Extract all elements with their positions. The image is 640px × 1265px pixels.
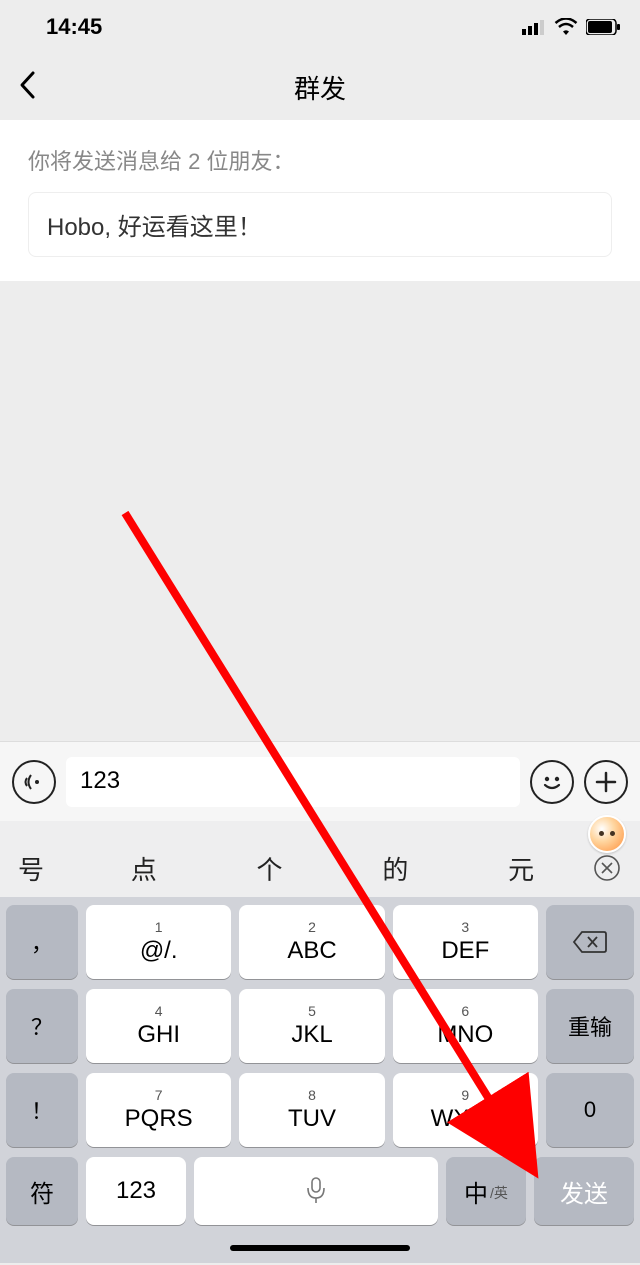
add-button[interactable] (584, 760, 628, 804)
key-space[interactable] (194, 1157, 438, 1225)
chevron-left-icon (18, 70, 36, 100)
key-comma[interactable]: ， (6, 905, 78, 979)
candidate-2[interactable]: 个 (207, 850, 333, 887)
key-9[interactable]: 9WXYZ (393, 1073, 538, 1147)
page-title: 群发 (0, 69, 640, 106)
smile-icon (537, 767, 567, 797)
close-candidates-button[interactable] (584, 853, 630, 883)
key-6[interactable]: 6MNO (393, 989, 538, 1063)
back-button[interactable] (18, 70, 36, 105)
candidate-1[interactable]: 点 (81, 850, 207, 887)
ime-mascot-icon[interactable] (588, 815, 626, 853)
key-0[interactable]: 0 (546, 1073, 634, 1147)
key-3[interactable]: 3DEF (393, 905, 538, 979)
status-bar: 14:45 (0, 0, 640, 54)
key-lang[interactable]: 中/英 (446, 1157, 526, 1225)
microphone-icon (305, 1176, 327, 1206)
candidate-3[interactable]: 的 (332, 850, 458, 887)
recipients-box[interactable]: Hobo, 好运看这里！ (28, 192, 612, 257)
key-symbols[interactable]: 符 (6, 1157, 78, 1225)
key-7[interactable]: 7PQRS (86, 1073, 231, 1147)
key-123[interactable]: 123 (86, 1157, 186, 1225)
candidate-0[interactable]: 号 (10, 850, 81, 887)
key-1[interactable]: 1@/. (86, 905, 231, 979)
key-8[interactable]: 8TUV (239, 1073, 384, 1147)
key-retype[interactable]: 重输 (546, 989, 634, 1063)
key-5[interactable]: 5JKL (239, 989, 384, 1063)
keyboard: ， 1@/. 2ABC 3DEF ？ 4GHI 5JKL 6MNO 重输 ！ 7… (0, 897, 640, 1233)
close-circle-icon (592, 853, 622, 883)
home-indicator[interactable] (230, 1245, 410, 1251)
key-4[interactable]: 4GHI (86, 989, 231, 1063)
voice-wave-icon (21, 769, 47, 795)
key-backspace[interactable] (546, 905, 634, 979)
battery-icon (586, 19, 620, 35)
voice-button[interactable] (12, 760, 56, 804)
candidate-4[interactable]: 元 (458, 850, 584, 887)
emoji-button[interactable] (530, 760, 574, 804)
message-area (0, 281, 640, 741)
status-icons (522, 18, 620, 36)
content-panel: 你将发送消息给 2 位朋友： Hobo, 好运看这里！ (0, 120, 640, 281)
key-question[interactable]: ？ (6, 989, 78, 1063)
message-input[interactable]: 123 (66, 757, 520, 807)
send-button[interactable]: 发送 (534, 1157, 634, 1225)
input-bar: 123 (0, 741, 640, 821)
key-exclaim[interactable]: ！ (6, 1073, 78, 1147)
backspace-icon (572, 929, 608, 955)
plus-icon (593, 769, 619, 795)
suggestion-bar: 号 点 个 的 元 (0, 839, 640, 897)
key-2[interactable]: 2ABC (239, 905, 384, 979)
status-time: 14:45 (46, 14, 102, 40)
wifi-icon (554, 18, 578, 36)
home-indicator-area (0, 1233, 640, 1263)
signal-icon (522, 19, 546, 35)
nav-bar: 群发 (0, 54, 640, 120)
recipients-label: 你将发送消息给 2 位朋友： (28, 144, 612, 176)
